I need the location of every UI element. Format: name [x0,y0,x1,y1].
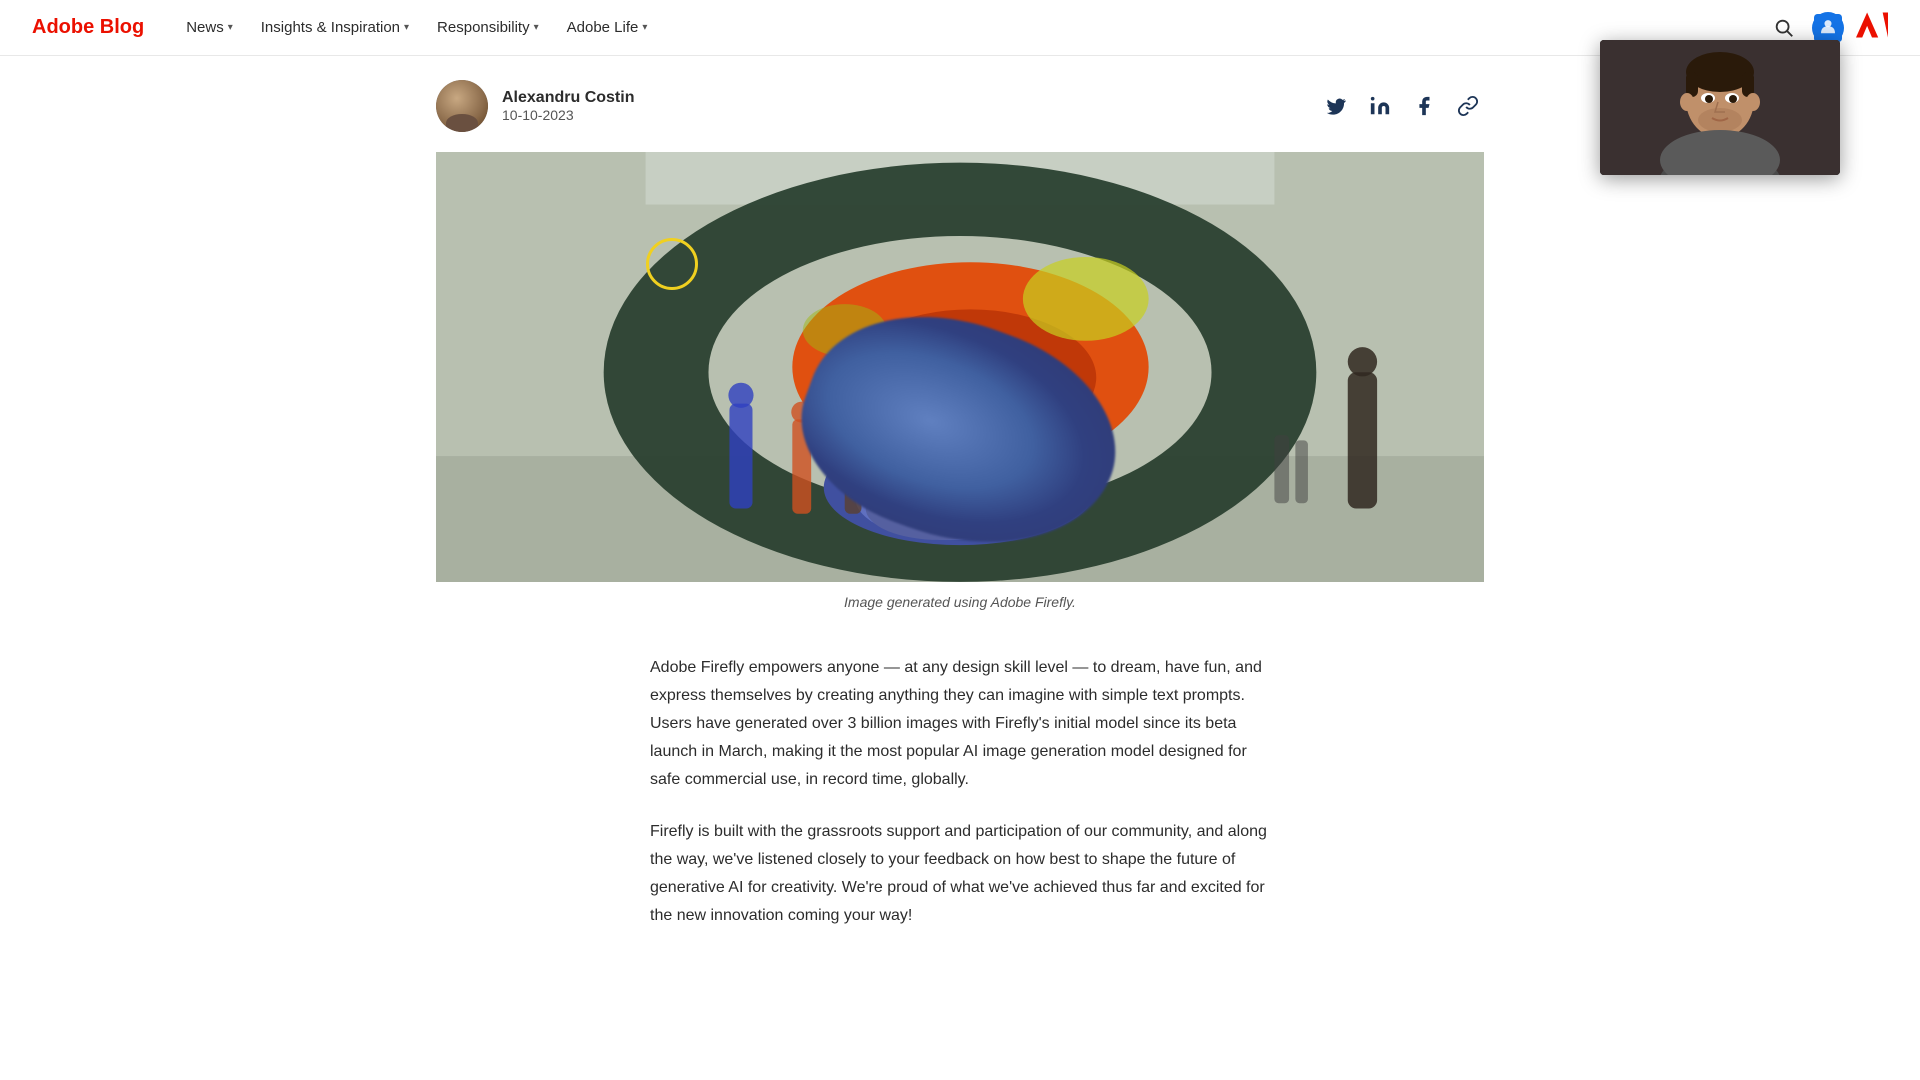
linkedin-icon [1369,95,1391,117]
linkedin-share-button[interactable] [1364,90,1396,122]
article-body: Adobe Firefly empowers anyone — at any d… [650,634,1270,994]
search-button[interactable] [1768,12,1800,44]
nav-item-adobe-life[interactable]: Adobe Life ▾ [557,11,658,44]
page-wrapper: Alexandru Costin 10-10-2023 [420,56,1500,994]
author-avatar [436,80,488,132]
nav-item-responsibility[interactable]: Responsibility ▾ [427,11,549,44]
account-icon [1814,14,1842,42]
hero-image [436,152,1484,582]
pip-video[interactable] [1600,40,1840,175]
hero-caption: Image generated using Adobe Firefly. [436,582,1484,634]
brand-logo[interactable]: Adobe Blog [32,16,144,39]
adobe-logo-svg [1856,11,1888,39]
twitter-icon [1325,95,1347,117]
hero-sculpture-svg [436,152,1484,582]
author-row: Alexandru Costin 10-10-2023 [436,56,1484,152]
link-icon [1457,95,1479,117]
nav-adobe-life-label: Adobe Life [567,19,639,36]
author-info: Alexandru Costin 10-10-2023 [436,80,634,132]
author-text: Alexandru Costin 10-10-2023 [502,89,634,123]
nav-item-insights[interactable]: Insights & Inspiration ▾ [251,11,419,44]
nav-item-news[interactable]: News ▾ [176,11,243,44]
nav-insights-chevron: ▾ [404,22,409,33]
nav-news-label: News [186,19,224,36]
social-share-icons [1320,90,1484,122]
author-name: Alexandru Costin [502,89,634,107]
author-date: 10-10-2023 [502,107,634,123]
avatar-image [436,80,488,132]
account-button[interactable] [1812,12,1844,44]
nav-responsibility-label: Responsibility [437,19,530,36]
hero-container: Image generated using Adobe Firefly. [436,152,1484,634]
pip-video-content [1600,40,1840,175]
nav-adobe-life-chevron: ▾ [642,22,647,33]
facebook-icon [1413,95,1435,117]
adobe-logo-icon[interactable] [1856,11,1888,45]
search-icon [1773,17,1795,39]
article-paragraph-2: Firefly is built with the grassroots sup… [650,818,1270,930]
nav-news-chevron: ▾ [228,22,233,33]
copy-link-button[interactable] [1452,90,1484,122]
nav-responsibility-chevron: ▾ [534,22,539,33]
nav-insights-label: Insights & Inspiration [261,19,400,36]
twitter-share-button[interactable] [1320,90,1352,122]
article-paragraph-1: Adobe Firefly empowers anyone — at any d… [650,654,1270,794]
main-nav: News ▾ Insights & Inspiration ▾ Responsi… [176,11,1768,44]
facebook-share-button[interactable] [1408,90,1440,122]
pip-video-inner [1600,40,1840,175]
